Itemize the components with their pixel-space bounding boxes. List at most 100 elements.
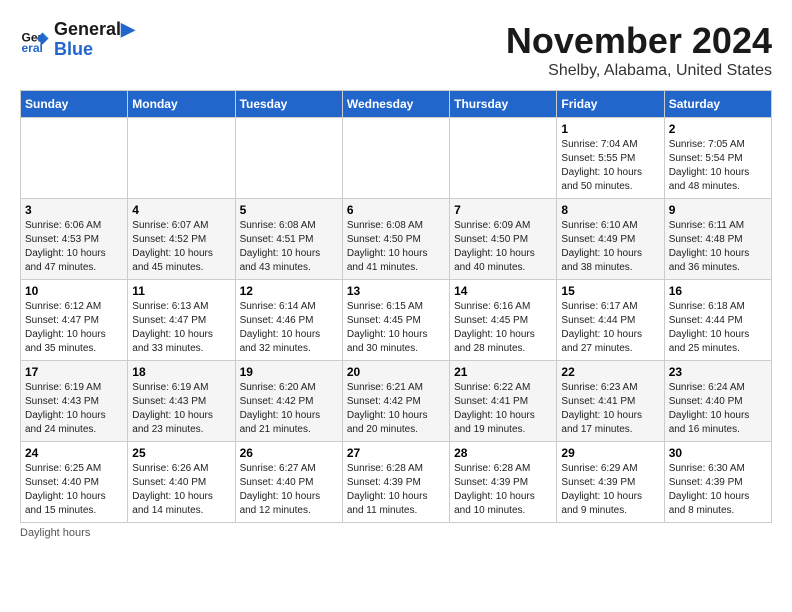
day-number: 18 (132, 365, 230, 379)
day-info: Sunrise: 7:04 AM Sunset: 5:55 PM Dayligh… (561, 138, 659, 194)
logo-line1: General▶ (54, 20, 135, 40)
day-number: 24 (25, 446, 123, 460)
footer: Daylight hours (20, 527, 772, 539)
day-info: Sunrise: 6:24 AM Sunset: 4:40 PM Dayligh… (669, 381, 767, 437)
calendar-cell: 22Sunrise: 6:23 AM Sunset: 4:41 PM Dayli… (557, 361, 664, 442)
day-info: Sunrise: 6:28 AM Sunset: 4:39 PM Dayligh… (454, 462, 552, 518)
day-info: Sunrise: 6:23 AM Sunset: 4:41 PM Dayligh… (561, 381, 659, 437)
day-number: 17 (25, 365, 123, 379)
calendar-cell: 24 Sunrise: 6:25 AM Sunset: 4:40 PM Dayli… (21, 442, 128, 523)
logo-line2: Blue (54, 40, 135, 60)
calendar-cell: 26Sunrise: 6:27 AM Sunset: 4:40 PM Dayli… (235, 442, 342, 523)
calendar-cell: 2 Sunrise: 7:05 AM Sunset: 5:54 PM Daylig… (664, 118, 771, 199)
calendar-cell: 25 Sunrise: 6:26 AM Sunset: 4:40 PM Dayli… (128, 442, 235, 523)
calendar-cell: 28 Sunrise: 6:28 AM Sunset: 4:39 PM Dayli… (450, 442, 557, 523)
calendar-cell: 8Sunrise: 6:10 AM Sunset: 4:49 PM Daylig… (557, 199, 664, 280)
calendar-cell: 16 Sunrise: 6:18 AM Sunset: 4:44 PM Dayli… (664, 280, 771, 361)
calendar-cell: 1 Sunrise: 7:04 AM Sunset: 5:55 PM Daylig… (557, 118, 664, 199)
calendar-cell: 29Sunrise: 6:29 AM Sunset: 4:39 PM Dayli… (557, 442, 664, 523)
day-info: Sunrise: 6:25 AM Sunset: 4:40 PM Dayligh… (25, 462, 123, 518)
day-info: Sunrise: 6:21 AM Sunset: 4:42 PM Dayligh… (347, 381, 445, 437)
day-info: Sunrise: 6:22 AM Sunset: 4:41 PM Dayligh… (454, 381, 552, 437)
day-number: 16 (669, 284, 767, 298)
calendar-cell: 4Sunrise: 6:07 AM Sunset: 4:52 PM Daylig… (128, 199, 235, 280)
day-info: Sunrise: 6:14 AM Sunset: 4:46 PM Dayligh… (240, 300, 338, 356)
day-number: 15 (561, 284, 659, 298)
calendar-cell: 23Sunrise: 6:24 AM Sunset: 4:40 PM Dayli… (664, 361, 771, 442)
calendar-cell: 19 Sunrise: 6:20 AM Sunset: 4:42 PM Dayli… (235, 361, 342, 442)
header-day-friday: Friday (557, 91, 664, 118)
calendar-cell (21, 118, 128, 199)
header: Gen eral General▶ Blue November 2024 She… (20, 20, 772, 80)
calendar-cell: 3 Sunrise: 6:06 AM Sunset: 4:53 PM Daylig… (21, 199, 128, 280)
day-info: Sunrise: 6:09 AM Sunset: 4:50 PM Dayligh… (454, 219, 552, 275)
title-section: November 2024 Shelby, Alabama, United St… (506, 20, 772, 80)
calendar-cell: 14 Sunrise: 6:16 AM Sunset: 4:45 PM Dayli… (450, 280, 557, 361)
day-info: Sunrise: 6:13 AM Sunset: 4:47 PM Dayligh… (132, 300, 230, 356)
header-day-tuesday: Tuesday (235, 91, 342, 118)
logo-icon: Gen eral (20, 25, 50, 55)
calendar-cell: 6 Sunrise: 6:08 AM Sunset: 4:50 PM Daylig… (342, 199, 449, 280)
day-number: 14 (454, 284, 552, 298)
day-number: 6 (347, 203, 445, 217)
day-number: 28 (454, 446, 552, 460)
calendar-cell (342, 118, 449, 199)
day-number: 25 (132, 446, 230, 460)
header-day-thursday: Thursday (450, 91, 557, 118)
logo: Gen eral General▶ Blue (20, 20, 135, 60)
day-info: Sunrise: 6:20 AM Sunset: 4:42 PM Dayligh… (240, 381, 338, 437)
calendar-cell (450, 118, 557, 199)
day-info: Sunrise: 6:08 AM Sunset: 4:50 PM Dayligh… (347, 219, 445, 275)
day-number: 1 (561, 122, 659, 136)
day-number: 8 (561, 203, 659, 217)
calendar-cell (235, 118, 342, 199)
day-number: 27 (347, 446, 445, 460)
header-day-wednesday: Wednesday (342, 91, 449, 118)
week-row-1: 3 Sunrise: 6:06 AM Sunset: 4:53 PM Daylig… (21, 199, 772, 280)
day-number: 5 (240, 203, 338, 217)
day-number: 2 (669, 122, 767, 136)
day-number: 30 (669, 446, 767, 460)
week-row-0: 1 Sunrise: 7:04 AM Sunset: 5:55 PM Daylig… (21, 118, 772, 199)
day-info: Sunrise: 6:11 AM Sunset: 4:48 PM Dayligh… (669, 219, 767, 275)
day-number: 3 (25, 203, 123, 217)
calendar-table: SundayMondayTuesdayWednesdayThursdayFrid… (20, 90, 772, 523)
location-title: Shelby, Alabama, United States (506, 62, 772, 80)
header-day-sunday: Sunday (21, 91, 128, 118)
calendar-cell (128, 118, 235, 199)
header-day-saturday: Saturday (664, 91, 771, 118)
day-info: Sunrise: 6:26 AM Sunset: 4:40 PM Dayligh… (132, 462, 230, 518)
day-number: 19 (240, 365, 338, 379)
calendar-cell: 15 Sunrise: 6:17 AM Sunset: 4:44 PM Dayli… (557, 280, 664, 361)
calendar-cell: 5Sunrise: 6:08 AM Sunset: 4:51 PM Daylig… (235, 199, 342, 280)
day-info: Sunrise: 6:29 AM Sunset: 4:39 PM Dayligh… (561, 462, 659, 518)
week-row-3: 17 Sunrise: 6:19 AM Sunset: 4:43 PM Dayli… (21, 361, 772, 442)
day-info: Sunrise: 6:17 AM Sunset: 4:44 PM Dayligh… (561, 300, 659, 356)
day-info: Sunrise: 6:06 AM Sunset: 4:53 PM Dayligh… (25, 219, 123, 275)
calendar-cell: 9 Sunrise: 6:11 AM Sunset: 4:48 PM Daylig… (664, 199, 771, 280)
calendar-cell: 27 Sunrise: 6:28 AM Sunset: 4:39 PM Dayli… (342, 442, 449, 523)
calendar-cell: 18 Sunrise: 6:19 AM Sunset: 4:43 PM Dayli… (128, 361, 235, 442)
calendar-cell: 17 Sunrise: 6:19 AM Sunset: 4:43 PM Dayli… (21, 361, 128, 442)
day-number: 13 (347, 284, 445, 298)
day-info: Sunrise: 6:16 AM Sunset: 4:45 PM Dayligh… (454, 300, 552, 356)
day-info: Sunrise: 6:19 AM Sunset: 4:43 PM Dayligh… (25, 381, 123, 437)
calendar-cell: 11Sunrise: 6:13 AM Sunset: 4:47 PM Dayli… (128, 280, 235, 361)
day-number: 4 (132, 203, 230, 217)
month-title: November 2024 (506, 20, 772, 62)
week-row-4: 24 Sunrise: 6:25 AM Sunset: 4:40 PM Dayli… (21, 442, 772, 523)
day-info: Sunrise: 6:28 AM Sunset: 4:39 PM Dayligh… (347, 462, 445, 518)
calendar-cell: 30Sunrise: 6:30 AM Sunset: 4:39 PM Dayli… (664, 442, 771, 523)
day-number: 21 (454, 365, 552, 379)
calendar-cell: 13Sunrise: 6:15 AM Sunset: 4:45 PM Dayli… (342, 280, 449, 361)
day-number: 12 (240, 284, 338, 298)
svg-text:eral: eral (22, 41, 43, 55)
day-number: 20 (347, 365, 445, 379)
day-info: Sunrise: 6:19 AM Sunset: 4:43 PM Dayligh… (132, 381, 230, 437)
calendar-cell: 20 Sunrise: 6:21 AM Sunset: 4:42 PM Dayli… (342, 361, 449, 442)
header-row: SundayMondayTuesdayWednesdayThursdayFrid… (21, 91, 772, 118)
day-number: 26 (240, 446, 338, 460)
day-info: Sunrise: 7:05 AM Sunset: 5:54 PM Dayligh… (669, 138, 767, 194)
day-info: Sunrise: 6:18 AM Sunset: 4:44 PM Dayligh… (669, 300, 767, 356)
day-number: 9 (669, 203, 767, 217)
